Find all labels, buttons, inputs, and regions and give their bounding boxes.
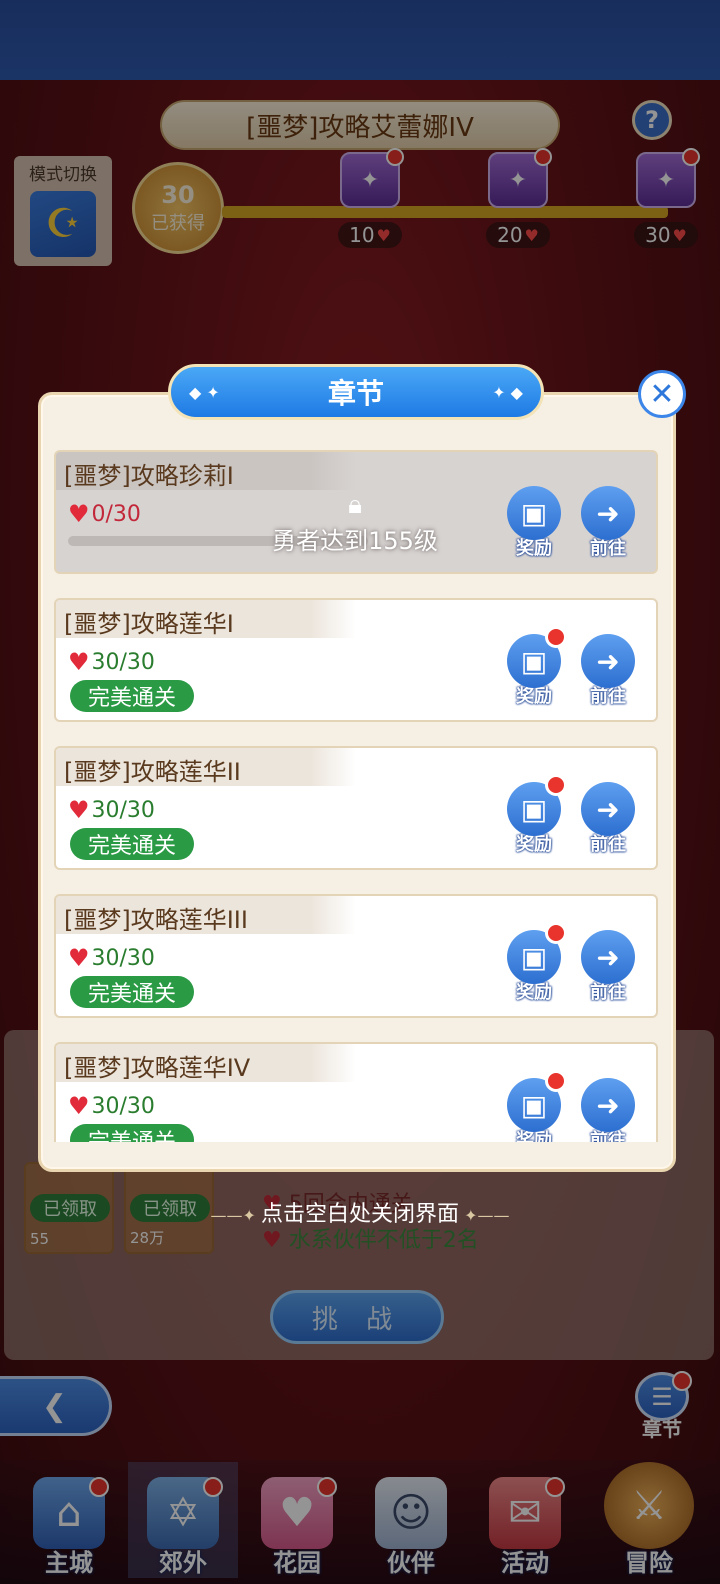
- chapter-card-locked: [噩梦]攻略珍莉I ♥ 0/30 🔒︎ 勇者达到155级 ▣ 奖励 ➜ 前往: [54, 450, 658, 574]
- heart-progress-value: 30/30: [91, 649, 155, 675]
- goto-button[interactable]: ➜ 前往: [580, 486, 636, 564]
- arrow-right-icon: ➜: [581, 486, 635, 540]
- chapter-name: [噩梦]攻略莲华III: [64, 906, 248, 934]
- heart-progress: ♥ 30/30: [68, 1092, 155, 1120]
- chapter-list[interactable]: [噩梦]攻略珍莉I ♥ 0/30 🔒︎ 勇者达到155级 ▣ 奖励 ➜ 前往 […: [54, 448, 658, 1142]
- arrow-right-icon: ➜: [581, 930, 635, 984]
- reward-button[interactable]: ▣ 奖励: [506, 626, 567, 712]
- perfect-clear-badge: 完美通关: [70, 976, 194, 1008]
- lock-overlay: 🔒︎ 勇者达到155级: [270, 488, 440, 558]
- close-hint: ——✦ 点击空白处关闭界面 ✦——: [0, 1196, 720, 1228]
- chapter-name: [噩梦]攻略莲华II: [64, 758, 241, 786]
- arrow-right-icon: ➜: [581, 782, 635, 836]
- modal-header: ◆ ✦ 章节 ✦ ◆: [168, 364, 544, 420]
- sparkle-icon: ◆ ✦: [189, 382, 220, 402]
- reward-button[interactable]: ▣ 奖励: [506, 774, 567, 860]
- heart-progress-value: 30/30: [91, 797, 155, 823]
- chapter-name: [噩梦]攻略莲华IV: [64, 1054, 251, 1082]
- gift-box-icon: ▣: [507, 922, 567, 984]
- chapter-name: [噩梦]攻略珍莉I: [64, 462, 234, 490]
- heart-progress: ♥ 30/30: [68, 796, 155, 824]
- heart-progress: ♥ 30/30: [68, 944, 155, 972]
- perfect-clear-badge: 完美通关: [70, 828, 194, 860]
- chapter-card: [噩梦]攻略莲华IV ♥ 30/30 完美通关 ▣ 奖励 ➜ 前往: [54, 1042, 658, 1142]
- notice-dot: [545, 626, 567, 648]
- gift-box-icon: ▣: [507, 774, 567, 836]
- heart-progress: ♥ 0/30: [68, 500, 141, 528]
- chapter-name: [噩梦]攻略莲华I: [64, 610, 234, 638]
- heart-icon: ♥: [68, 648, 90, 676]
- goto-button[interactable]: ➜ 前往: [580, 1078, 636, 1142]
- heart-progress-value: 0/30: [91, 501, 141, 527]
- notice-dot: [545, 1070, 567, 1092]
- gift-box-icon: ▣: [507, 626, 567, 688]
- heart-progress: ♥ 30/30: [68, 648, 155, 676]
- goto-button[interactable]: ➜ 前往: [580, 930, 636, 1008]
- heart-progress-value: 30/30: [91, 945, 155, 971]
- hint-deco-right: ✦——: [459, 1206, 510, 1225]
- reward-button[interactable]: ▣ 奖励: [506, 486, 562, 564]
- lock-icon: 🔒︎: [348, 490, 362, 520]
- notice-dot: [545, 922, 567, 944]
- arrow-right-icon: ➜: [581, 1078, 635, 1132]
- chapter-card: [噩梦]攻略莲华III ♥ 30/30 完美通关 ▣ 奖励 ➜ 前往: [54, 894, 658, 1018]
- lock-requirement: 勇者达到155级: [272, 527, 438, 555]
- perfect-clear-badge: 完美通关: [70, 680, 194, 712]
- sparkle-icon: ✦ ◆: [492, 382, 523, 402]
- heart-icon: ♥: [68, 796, 90, 824]
- chapter-card: [噩梦]攻略莲华I ♥ 30/30 完美通关 ▣ 奖励 ➜ 前往: [54, 598, 658, 722]
- chapter-card: [噩梦]攻略莲华II ♥ 30/30 完美通关 ▣ 奖励 ➜ 前往: [54, 746, 658, 870]
- gift-box-icon: ▣: [507, 486, 561, 540]
- heart-icon: ♥: [68, 500, 90, 528]
- close-button[interactable]: ✕: [638, 370, 686, 418]
- goto-button[interactable]: ➜ 前往: [580, 782, 636, 860]
- gift-box-icon: ▣: [507, 1070, 567, 1132]
- reward-button[interactable]: ▣ 奖励: [506, 922, 567, 1008]
- heart-progress-value: 30/30: [91, 1093, 155, 1119]
- goto-button[interactable]: ➜ 前往: [580, 634, 636, 712]
- arrow-right-icon: ➜: [581, 634, 635, 688]
- close-hint-text: 点击空白处关闭界面: [260, 1202, 459, 1227]
- perfect-clear-badge: 完美通关: [70, 1124, 194, 1142]
- hint-deco-left: ——✦: [210, 1206, 261, 1225]
- notice-dot: [545, 774, 567, 796]
- modal-title: 章节: [327, 377, 384, 410]
- heart-icon: ♥: [68, 1092, 90, 1120]
- close-icon: ✕: [649, 376, 675, 412]
- heart-icon: ♥: [68, 944, 90, 972]
- reward-button[interactable]: ▣ 奖励: [506, 1070, 567, 1142]
